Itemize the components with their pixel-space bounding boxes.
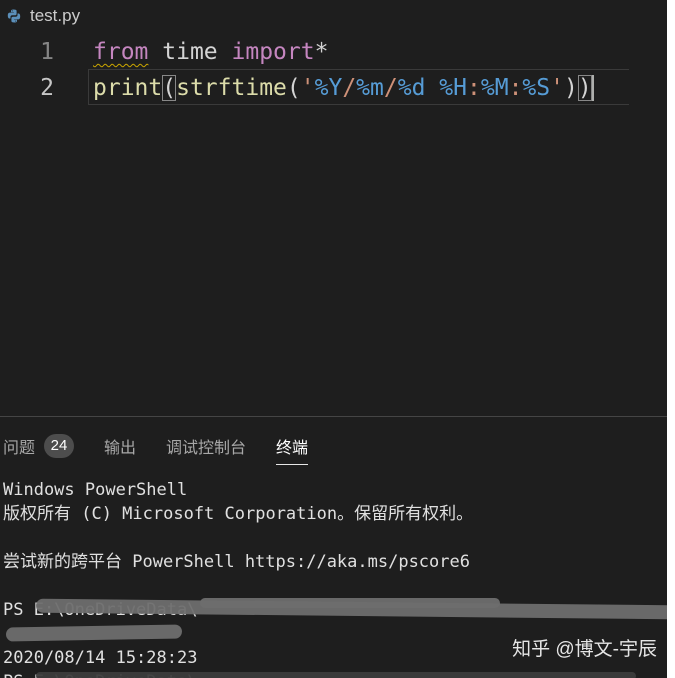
terminal-line: 2020/08/14 15:28:23 bbox=[3, 648, 198, 668]
redaction-mark bbox=[5, 624, 183, 642]
string-text: : bbox=[467, 75, 481, 101]
format-month: %m bbox=[356, 75, 384, 101]
tab-label: 终端 bbox=[276, 440, 309, 457]
tab-terminal[interactable]: 终端 bbox=[276, 424, 309, 468]
string-quote: ' bbox=[550, 75, 564, 101]
string-text: : bbox=[508, 75, 523, 101]
vscode-window: test.py 1 from time import * 2 print(strf… bbox=[0, 0, 675, 678]
open-paren: ( bbox=[286, 75, 301, 101]
breadcrumb[interactable]: test.py bbox=[0, 0, 80, 32]
line-number: 1 bbox=[40, 39, 54, 65]
tab-label: 输出 bbox=[104, 440, 137, 457]
terminal-line: 尝试新的跨平台 PowerShell https://aka.ms/pscore… bbox=[3, 552, 470, 572]
import-star: * bbox=[314, 39, 329, 65]
file-name: test.py bbox=[30, 6, 81, 25]
code-text[interactable]: print(strftime(' %Y / %m / %d %H: %M: %S ')) bbox=[93, 70, 594, 106]
format-hour: %H bbox=[439, 75, 467, 101]
open-paren: ( bbox=[162, 75, 177, 101]
keyword-import: import bbox=[231, 39, 315, 65]
window-edge bbox=[667, 0, 675, 678]
terminal-line: 版权所有 (C) Microsoft Corporation。保留所有权利。 bbox=[3, 504, 474, 524]
code-line-1[interactable]: 1 from time import * bbox=[0, 34, 667, 70]
format-minute: %M bbox=[480, 75, 509, 101]
problems-count-badge: 24 bbox=[44, 434, 75, 458]
line-number: 2 bbox=[40, 75, 54, 101]
close-paren: ) bbox=[577, 75, 592, 101]
redaction-mark bbox=[200, 598, 500, 608]
function-strftime: strftime bbox=[176, 75, 287, 101]
tab-problems[interactable]: 问题 24 bbox=[3, 424, 75, 468]
text-cursor bbox=[591, 75, 594, 101]
string-text: / bbox=[342, 75, 357, 101]
tab-label: 问题 bbox=[3, 440, 36, 457]
string-text: / bbox=[383, 75, 398, 101]
close-paren: ) bbox=[563, 75, 578, 101]
tab-label: 调试控制台 bbox=[166, 440, 247, 457]
panel-tab-bar: 问题 24 输出 调试控制台 终端 bbox=[0, 424, 338, 468]
code-line-2[interactable]: 2 print(strftime(' %Y / %m / %d %H: %M: %S ')) bbox=[0, 70, 667, 106]
code-text[interactable]: from time import * bbox=[93, 34, 328, 70]
keyword-from: from bbox=[93, 39, 149, 65]
format-second: %S bbox=[522, 75, 551, 101]
function-print: print bbox=[93, 75, 163, 101]
python-file-icon bbox=[6, 8, 22, 24]
redaction-mark bbox=[36, 672, 636, 678]
format-day: %d bbox=[397, 75, 426, 101]
format-year: %Y bbox=[314, 75, 343, 101]
code-editor[interactable]: 1 from time import * 2 print(strftime(' %Y… bbox=[0, 32, 667, 416]
string-text bbox=[425, 75, 439, 101]
string-quote: ' bbox=[300, 75, 315, 101]
tab-output[interactable]: 输出 bbox=[104, 424, 136, 468]
terminal-line: Windows PowerShell bbox=[3, 480, 188, 500]
tab-debug-console[interactable]: 调试控制台 bbox=[166, 424, 246, 468]
zhihu-watermark: 知乎 @博文-宇辰 bbox=[512, 639, 657, 660]
module-name: time bbox=[162, 39, 218, 65]
panel-divider bbox=[0, 416, 667, 417]
